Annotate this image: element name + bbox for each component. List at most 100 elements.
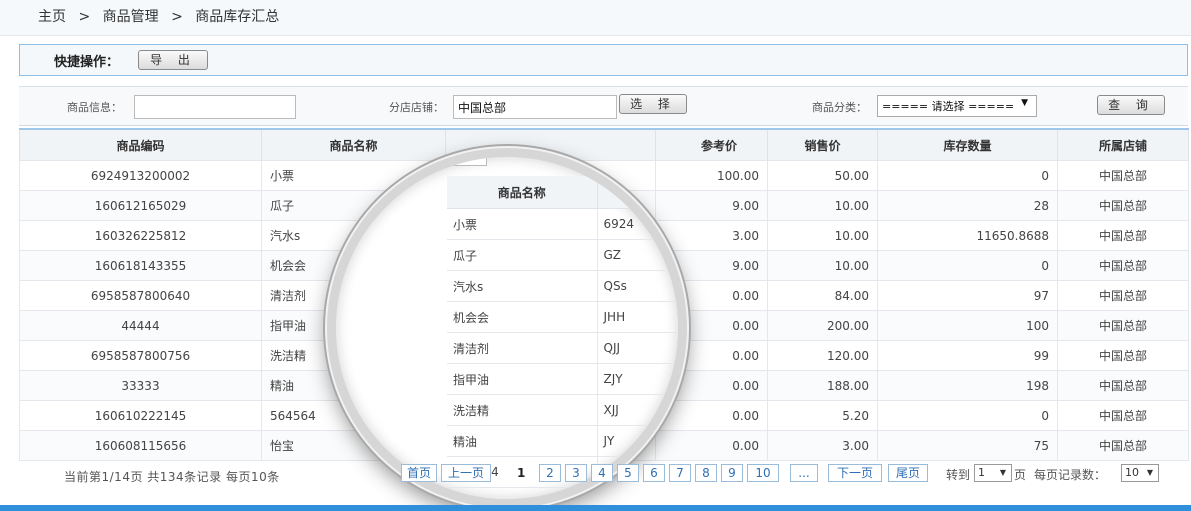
magnifier-cell-name: 清洁剂 <box>447 332 598 364</box>
cell-stock-qty: 100 <box>877 310 1058 341</box>
cell-store: 中国总部 <box>1057 430 1189 461</box>
page-link-8[interactable]: 8 <box>695 464 717 482</box>
breadcrumb-home[interactable]: 主页 <box>38 9 66 25</box>
chevron-down-icon: ▼ <box>1021 98 1028 108</box>
store-input[interactable]: 中国总部 <box>453 95 617 119</box>
breadcrumb: 主页 > 商品管理 > 商品库存汇总 <box>0 0 1191 36</box>
content-panel: 快捷操作： 导 出 商品信息： 分店店铺： 中国总部 选 择 商品分类： ===… <box>11 36 1191 511</box>
filter-bar: 商品信息： 分店店铺： 中国总部 选 择 商品分类： ===== 请选择 ===… <box>19 86 1188 126</box>
page-link-7[interactable]: 7 <box>669 464 691 482</box>
goto-page-select[interactable]: 1 ▼ <box>974 464 1012 482</box>
cell-sale-price: 50.00 <box>767 160 878 191</box>
magnifier-lens: 商品名称 小票 6924 瓜子 GZ 汽水s QSs 机会会 JHH 清洁剂 QJJ 指甲油 ZJY 洗… <box>327 148 687 508</box>
goto-page-value: 1 <box>978 466 985 479</box>
cell-store: 中国总部 <box>1057 190 1189 221</box>
cell-store: 中国总部 <box>1057 250 1189 281</box>
magnifier-column-header-abbr <box>597 176 678 209</box>
cell-store: 中国总部 <box>1057 370 1189 401</box>
cell-sale-price: 200.00 <box>767 310 878 341</box>
column-header-store[interactable]: 所属店铺 <box>1057 128 1189 161</box>
cell-store: 中国总部 <box>1057 220 1189 251</box>
quick-actions-bar: 快捷操作： 导 出 <box>19 44 1188 76</box>
magnifier-cell-abbr: XJJ <box>597 394 678 426</box>
magnifier-cell-name: 洗洁精 <box>447 394 598 426</box>
page-link-4[interactable]: 4 <box>591 464 613 482</box>
magnifier-row: 机会会 JHH <box>447 301 678 333</box>
page-link-5[interactable]: 5 <box>617 464 639 482</box>
category-select[interactable]: ===== 请选择 ===== ▼ <box>877 95 1037 117</box>
page-link-3[interactable]: 3 <box>565 464 587 482</box>
product-info-input[interactable] <box>134 95 296 119</box>
breadcrumb-separator: > <box>171 9 183 25</box>
per-page-value: 10 <box>1125 466 1139 479</box>
chevron-down-icon: ▼ <box>1146 468 1153 477</box>
page-ellipsis: ... <box>790 464 818 482</box>
column-header-stock-qty[interactable]: 库存数量 <box>877 128 1058 161</box>
magnifier-cell-name: 指甲油 <box>447 363 598 395</box>
cell-stock-qty: 11650.8688 <box>877 220 1058 251</box>
column-header-code[interactable]: 商品编码 <box>19 128 262 161</box>
store-label: 分店店铺： <box>389 101 444 114</box>
cell-stock-qty: 99 <box>877 340 1058 371</box>
export-button[interactable]: 导 出 <box>138 50 208 70</box>
magnifier-cell-abbr: JY <box>597 425 678 457</box>
magnifier-cell-name: 汽水s <box>447 270 598 302</box>
category-label: 商品分类： <box>812 101 867 114</box>
last-page-button[interactable]: 尾页 <box>888 464 928 482</box>
column-header-name[interactable]: 商品名称 <box>261 128 446 161</box>
cell-code: 160612165029 <box>19 190 262 221</box>
prev-page-button[interactable]: 上一页 <box>441 464 491 482</box>
chevron-down-icon: ▼ <box>999 468 1006 477</box>
magnifier-cell-abbr: GZ <box>597 239 678 271</box>
cell-sale-price: 3.00 <box>767 430 878 461</box>
cell-code: 160618143355 <box>19 250 262 281</box>
cell-code: 160608115656 <box>19 430 262 461</box>
cell-store: 中国总部 <box>1057 340 1189 371</box>
magnifier-row: 清洁剂 QJJ <box>447 332 678 364</box>
cell-code: 6958587800756 <box>19 340 262 371</box>
cell-store: 中国总部 <box>1057 280 1189 311</box>
magnifier-row: 洗洁精 XJJ <box>447 394 678 426</box>
next-page-button[interactable]: 下一页 <box>828 464 882 482</box>
cell-stock-qty: 198 <box>877 370 1058 401</box>
per-page-label: 每页记录数： <box>1034 468 1107 482</box>
cell-store: 中国总部 <box>1057 310 1189 341</box>
page-link-10[interactable]: 10 <box>747 464 779 482</box>
column-header-sale-price[interactable]: 销售价 <box>767 128 878 161</box>
magnifier-table: 商品名称 小票 6924 瓜子 GZ 汽水s QSs 机会会 JHH 清洁剂 QJJ 指甲油 ZJY 洗… <box>447 176 678 488</box>
magnifier-row: 指甲油 ZJY <box>447 363 678 395</box>
magnifier-column-header-name: 商品名称 <box>447 176 598 209</box>
product-info-label: 商品信息： <box>67 101 122 114</box>
magnifier-cell-abbr: QSs <box>597 270 678 302</box>
cell-code: 44444 <box>19 310 262 341</box>
page-link-2[interactable]: 2 <box>539 464 561 482</box>
page-link-6[interactable]: 6 <box>643 464 665 482</box>
cell-stock-qty: 28 <box>877 190 1058 221</box>
cell-stock-qty: 0 <box>877 400 1058 431</box>
cell-stock-qty: 0 <box>877 250 1058 281</box>
current-page: 1 <box>517 466 526 480</box>
cell-sale-price: 10.00 <box>767 250 878 281</box>
magnifier-row: 汽水s QSs <box>447 270 678 302</box>
pagination-info: 当前第1/14页 共134条记录 每页10条 <box>64 470 280 484</box>
first-page-button[interactable]: 首页 <box>401 464 437 482</box>
choose-store-button[interactable]: 选 择 <box>619 94 687 114</box>
cell-sale-price: 84.00 <box>767 280 878 311</box>
query-button[interactable]: 查 询 <box>1097 95 1165 115</box>
magnifier-cell-abbr: JHH <box>597 301 678 333</box>
cell-store: 中国总部 <box>1057 400 1189 431</box>
category-select-value: ===== 请选择 ===== <box>882 100 1015 113</box>
goto-page-suffix: 页 <box>1014 468 1027 482</box>
column-header-ref-price[interactable]: 参考价 <box>655 128 768 161</box>
per-page-select[interactable]: 10 ▼ <box>1121 464 1159 482</box>
page-link-9[interactable]: 9 <box>721 464 743 482</box>
cell-code: 160610222145 <box>19 400 262 431</box>
breadcrumb-current: 商品库存汇总 <box>195 9 280 25</box>
cell-sale-price: 120.00 <box>767 340 878 371</box>
quick-actions-label: 快捷操作： <box>54 55 120 70</box>
breadcrumb-product-management[interactable]: 商品管理 <box>103 9 159 25</box>
cell-stock-qty: 75 <box>877 430 1058 461</box>
magnifier-row: 瓜子 GZ <box>447 239 678 271</box>
cell-store: 中国总部 <box>1057 160 1189 191</box>
magnifier-cell-name: 机会会 <box>447 301 598 333</box>
